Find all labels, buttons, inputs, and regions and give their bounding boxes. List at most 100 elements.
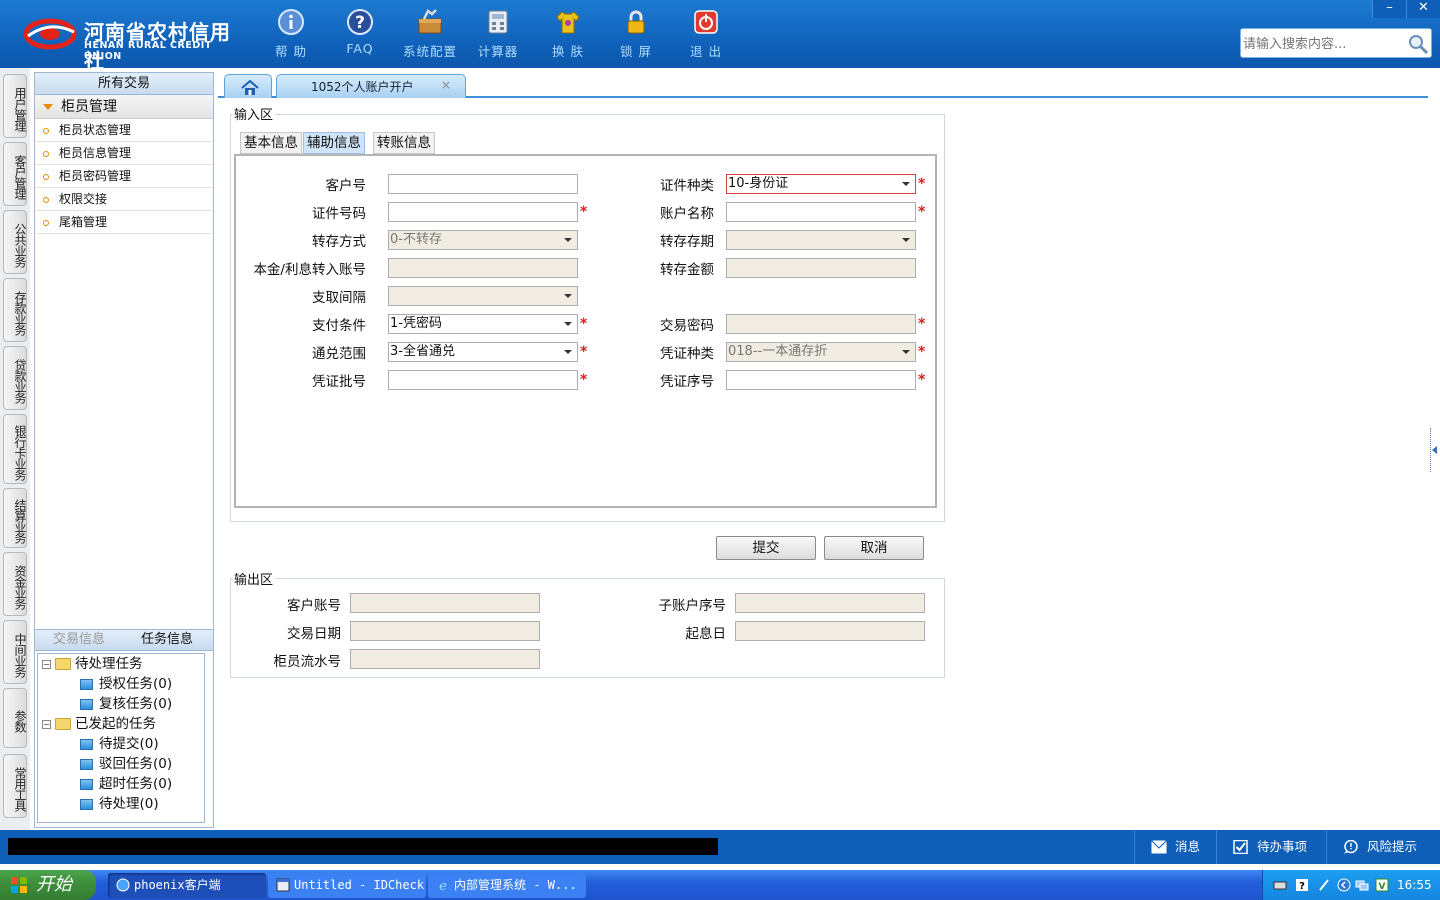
minimize-button[interactable]: – (1372, 0, 1406, 18)
menu-item-permission-handover[interactable]: 权限交接 (35, 188, 213, 211)
account-name-input[interactable] (726, 202, 916, 222)
pay-condition-select[interactable]: 1-凭密码 (388, 314, 578, 334)
side-tab-customer-management[interactable]: 客户管理 (3, 142, 27, 206)
task-folder-icon (80, 798, 93, 810)
dropdown-arrow-icon[interactable] (899, 345, 913, 359)
menu-item-teller-password[interactable]: 柜员密码管理 (35, 165, 213, 188)
teller-serial-label: 柜员流水号 (273, 654, 342, 670)
close-window-button[interactable]: ✕ (1406, 0, 1440, 18)
collapse-icon[interactable]: − (42, 719, 51, 729)
task-internal-management[interactable]: e 内部管理系统 - W... (428, 873, 586, 898)
keyboard-icon[interactable] (1273, 878, 1287, 892)
withdraw-interval-label: 支取间隔 (312, 290, 366, 306)
side-tab-bank-card-business[interactable]: 银行卡业务 (3, 414, 27, 484)
interest-account-input[interactable] (388, 258, 578, 278)
menu-item-teller-info[interactable]: 柜员信息管理 (35, 142, 213, 165)
clock: 16:55 (1397, 878, 1432, 892)
group-label: 柜员管理 (61, 99, 117, 115)
menu-item-cash-box[interactable]: 尾箱管理 (35, 211, 213, 234)
trade-password-input[interactable] (726, 314, 916, 334)
tree-node-rejected[interactable]: 驳回任务(0) (80, 754, 172, 774)
side-tab-parameters[interactable]: 参数 (3, 688, 27, 748)
tab-close-icon[interactable]: × (441, 78, 451, 92)
risk-alert-button[interactable]: 风险提示 (1326, 830, 1440, 864)
id-type-select[interactable]: 10-身份证 (726, 174, 916, 194)
tree-label: 复核任务(0) (99, 696, 173, 712)
sub-tab-basic-info[interactable]: 基本信息 (240, 132, 302, 154)
dropdown-arrow-icon[interactable] (899, 233, 913, 247)
todo-button[interactable]: 待办事项 (1216, 830, 1324, 864)
voucher-batch-label: 凭证批号 (312, 374, 366, 390)
tree-node-timeout[interactable]: 超时任务(0) (80, 774, 172, 794)
help-button[interactable]: 帮 助 (260, 8, 322, 64)
task-folder-icon (80, 678, 93, 690)
tree-node-review-tasks[interactable]: 复核任务(0) (80, 694, 172, 714)
teller-management-group[interactable]: 柜员管理 (35, 95, 213, 119)
withdraw-interval-select[interactable] (388, 286, 578, 306)
pen-icon[interactable] (1317, 878, 1331, 892)
menu-item-teller-status[interactable]: 柜员状态管理 (35, 119, 213, 142)
tree-node-initiated[interactable]: − 已发起的任务 (42, 714, 156, 734)
side-tab-deposit-business[interactable]: 存款业务 (3, 278, 27, 342)
tree-node-to-submit[interactable]: 待提交(0) (80, 734, 159, 754)
voucher-type-select[interactable]: 018--一本通存折 (726, 342, 916, 362)
id-type-value: 10-身份证 (728, 176, 789, 191)
voucher-batch-input[interactable] (388, 370, 578, 390)
side-tab-fund-business[interactable]: 资金业务 (3, 552, 27, 616)
transfer-mode-select[interactable]: 0-不转存 (388, 230, 578, 250)
task-idcheck[interactable]: Untitled - IDCheck (268, 873, 426, 898)
help-tray-icon[interactable]: ? (1295, 878, 1309, 892)
side-tab-public-business[interactable]: 公共业务 (3, 210, 27, 274)
sub-tab-aux-info[interactable]: 辅助信息 (303, 132, 365, 154)
messages-button[interactable]: 消息 (1134, 830, 1214, 864)
faq-button[interactable]: ? FAQ (329, 8, 391, 64)
search-icon[interactable] (1407, 33, 1429, 55)
side-tab-common-tools[interactable]: 常用工具 (3, 754, 27, 818)
messages-label: 消息 (1175, 839, 1201, 854)
tab-home[interactable] (224, 74, 272, 98)
side-tab-loan-business[interactable]: 贷款业务 (3, 346, 27, 410)
info-icon (278, 9, 304, 35)
submit-button[interactable]: 提交 (716, 536, 816, 560)
transfer-period-select[interactable] (726, 230, 916, 250)
start-button[interactable]: 开始 (0, 870, 96, 900)
customer-no-input[interactable] (388, 174, 578, 194)
exchange-scope-select[interactable]: 3-全省通兑 (388, 342, 578, 362)
voucher-serial-input[interactable] (726, 370, 916, 390)
all-transactions-header[interactable]: 所有交易 (35, 73, 213, 95)
sub-tab-transfer-info[interactable]: 转账信息 (373, 132, 435, 154)
tree-node-pending[interactable]: − 待处理任务 (42, 654, 143, 674)
search-input[interactable] (1243, 33, 1403, 55)
cancel-button[interactable]: 取消 (824, 536, 924, 560)
folder-open-icon (55, 718, 71, 730)
transfer-amount-input[interactable] (726, 258, 916, 278)
network-icon[interactable] (1355, 878, 1369, 892)
change-skin-button[interactable]: 换 肤 (537, 8, 599, 64)
windows-logo-icon (11, 877, 27, 893)
tab-trade-info[interactable]: 交易信息 (35, 630, 123, 650)
risk-alert-label: 风险提示 (1367, 839, 1418, 854)
dropdown-arrow-icon[interactable] (899, 177, 913, 191)
id-no-input[interactable] (388, 202, 578, 222)
calculator-button[interactable]: 计算器 (467, 8, 529, 64)
rural-credit-logo-icon (24, 18, 77, 50)
tab-personal-account-opening[interactable]: 1052个人账户开户 × (276, 74, 466, 98)
tree-node-auth-tasks[interactable]: 授权任务(0) (80, 674, 172, 694)
side-tab-intermediary-business[interactable]: 中间业务 (3, 620, 27, 684)
arrow-left-icon[interactable] (1337, 878, 1351, 892)
collapse-panel-icon[interactable] (1430, 428, 1438, 472)
side-tab-user-management[interactable]: 用户管理 (3, 74, 27, 138)
lock-screen-button[interactable]: 锁 屏 (605, 8, 667, 64)
shirt-icon (556, 11, 580, 34)
side-tab-settlement-business[interactable]: 结算业务 (3, 488, 27, 548)
task-phoenix-client[interactable]: phoenix客户端 (108, 873, 266, 898)
app-tray-icon[interactable]: V (1375, 878, 1389, 892)
collapse-icon[interactable]: − (42, 659, 51, 669)
dropdown-arrow-icon[interactable] (561, 289, 575, 303)
exit-button[interactable]: 退 出 (675, 8, 737, 64)
voucher-type-value: 018--一本通存折 (728, 344, 828, 359)
tree-node-to-process[interactable]: 待处理(0) (80, 794, 159, 814)
expand-arrow-icon (43, 104, 53, 110)
bullet-icon (43, 127, 49, 134)
system-config-button[interactable]: 系统配置 (399, 8, 461, 64)
